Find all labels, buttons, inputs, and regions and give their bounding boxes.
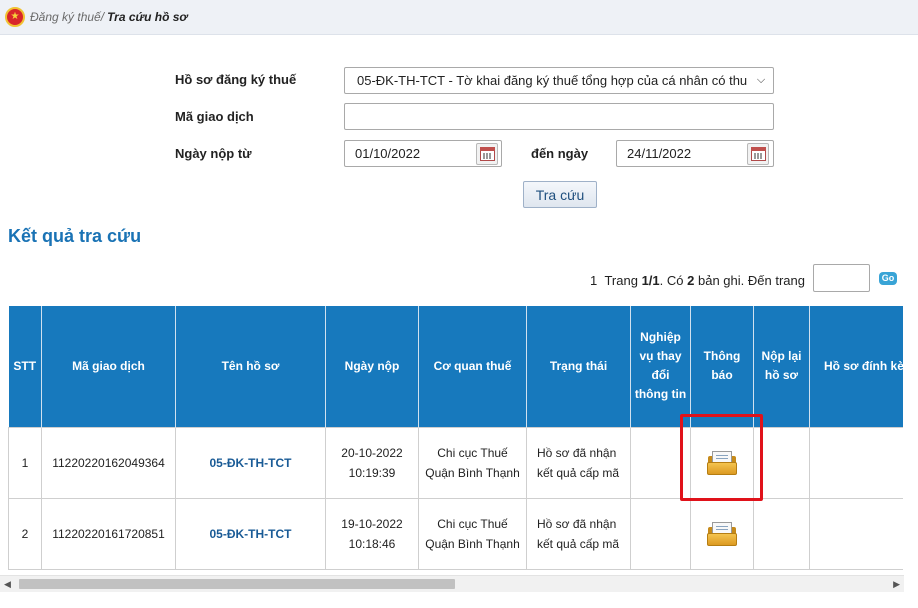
row-trang-thai: Hồ sơ đã nhận kết quả cấp mã (526, 497, 631, 570)
row-thong-bao (690, 497, 754, 570)
col-nop-lai: Nộp lại hồ sơ (753, 306, 810, 427)
row-ngay-nop: 19-10-2022 10:18:46 (325, 497, 419, 570)
ngay-nop-tu-label: Ngày nộp từ (175, 146, 252, 161)
col-nghiep-vu: Nghiệp vụ thay đổi thông tin (630, 306, 691, 427)
pager: 1 Trang 1/1. Có 2 bản ghi. Đến trang (590, 272, 805, 288)
ma-giao-dich-label: Mã giao dịch (175, 109, 254, 124)
row-dinh-kem (809, 426, 903, 499)
breadcrumb: Đăng ký thuế / Tra cứu hồ sơ (0, 0, 918, 35)
ma-giao-dich-input[interactable] (344, 103, 774, 130)
pager-page-of: 1/1 (641, 272, 660, 288)
row-stt: 2 (8, 497, 42, 570)
table-header-row: STT Mã giao dịch Tên hồ sơ Ngày nộp Cơ q… (8, 306, 903, 427)
col-stt: STT (8, 306, 42, 427)
scroll-right-arrow-icon[interactable]: ▶ (893, 579, 900, 590)
row-trang-thai: Hồ sơ đã nhận kết quả cấp mã (526, 426, 631, 499)
results-title: Kết quả tra cứu (8, 226, 142, 246)
row-nop-lai (753, 497, 810, 570)
results-table: STT Mã giao dịch Tên hồ sơ Ngày nộp Cơ q… (8, 306, 903, 570)
ngay-nop-tu-calendar-icon[interactable] (476, 143, 498, 165)
row-ngay-nop: 20-10-2022 10:19:39 (325, 426, 419, 499)
results-table-container: STT Mã giao dịch Tên hồ sơ Ngày nộp Cơ q… (8, 306, 903, 570)
pager-co-label: Có (666, 272, 684, 288)
row-ngay-nop-time: 10:19:39 (348, 465, 396, 480)
breadcrumb-separator: / (100, 10, 105, 24)
scrollbar-thumb[interactable] (19, 579, 455, 589)
folder-document-icon[interactable] (707, 521, 737, 546)
ho-so-label: Hồ sơ đăng ký thuế (175, 72, 297, 87)
row-ma-giao-dich: 11220220162049364 (41, 426, 176, 499)
search-button[interactable]: Tra cứu (523, 181, 597, 208)
thong-bao-highlight-box (680, 414, 763, 501)
pager-record-count: 2 (687, 272, 695, 288)
row-co-quan-thue: Chi cục Thuế Quận Bình Thạnh (418, 426, 527, 499)
col-thong-bao: Thông báo (690, 306, 754, 427)
pager-trang-label: Trang (604, 272, 638, 288)
pager-records-label: bản ghi. Đến trang (698, 272, 805, 288)
national-emblem-icon (5, 7, 25, 27)
scroll-left-arrow-icon[interactable]: ◀ (4, 579, 11, 590)
col-trang-thai: Trạng thái (526, 306, 631, 427)
row-stt: 1 (8, 426, 42, 499)
goto-page-input[interactable] (813, 264, 870, 292)
ho-so-select[interactable]: 05-ĐK-TH-TCT - Tờ khai đăng ký thuế tổng… (344, 67, 774, 94)
pager-current-page: 1 (590, 272, 598, 288)
table-row: 2 11220220161720851 05-ĐK-TH-TCT 19-10-2… (8, 497, 903, 570)
ho-so-selected-value: 05-ĐK-TH-TCT - Tờ khai đăng ký thuế tổng… (357, 73, 748, 88)
chevron-down-icon: ⌵ (755, 68, 767, 93)
breadcrumb-parent-link[interactable]: Đăng ký thuế (30, 10, 101, 24)
horizontal-scrollbar[interactable]: ◀ ▶ (0, 575, 904, 592)
col-dinh-kem: Hồ sơ đính kèm (809, 306, 903, 427)
breadcrumb-current: Tra cứu hồ sơ (107, 10, 188, 24)
row-ngay-nop-date: 20-10-2022 (341, 445, 403, 460)
table-row: 1 11220220162049364 05-ĐK-TH-TCT 20-10-2… (8, 426, 903, 499)
page: Đăng ký thuế / Tra cứu hồ sơ Hồ sơ đăng … (0, 0, 918, 608)
row-ten-ho-so-link[interactable]: 05-ĐK-TH-TCT (175, 497, 326, 570)
den-ngay-calendar-icon[interactable] (747, 143, 769, 165)
row-ma-giao-dich: 11220220161720851 (41, 497, 176, 570)
row-ngay-nop-time: 10:18:46 (348, 536, 396, 551)
row-nghiep-vu (630, 497, 691, 570)
col-ma-giao-dich: Mã giao dịch (41, 306, 176, 427)
row-dinh-kem (809, 497, 903, 570)
col-co-quan-thue: Cơ quan thuế (418, 306, 527, 427)
den-ngay-label: đến ngày (531, 146, 589, 161)
col-ten-ho-so: Tên hồ sơ (175, 306, 326, 427)
row-co-quan-thue: Chi cục Thuế Quận Bình Thạnh (418, 497, 527, 570)
row-ngay-nop-date: 19-10-2022 (341, 516, 403, 531)
col-ngay-nop: Ngày nộp (325, 306, 419, 427)
row-ten-ho-so-link[interactable]: 05-ĐK-TH-TCT (175, 426, 326, 499)
go-button[interactable]: Go (879, 272, 897, 285)
